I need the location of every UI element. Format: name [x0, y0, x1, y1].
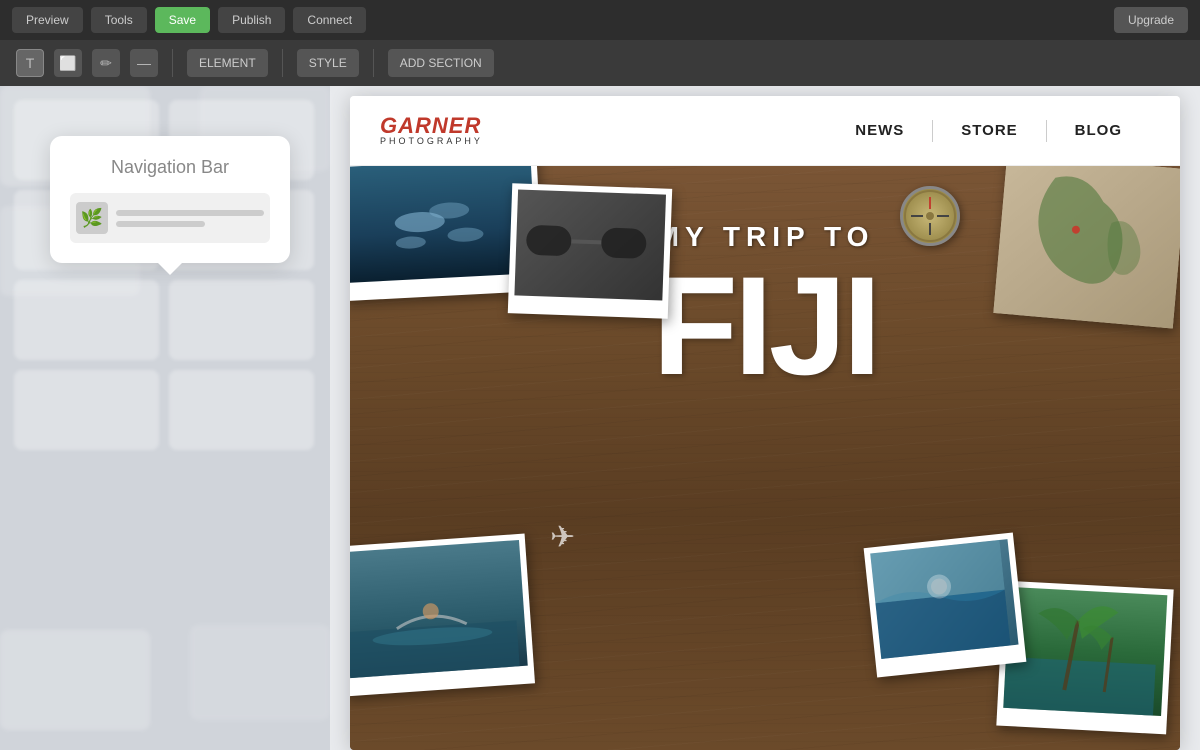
photo-tropical-inner [870, 539, 1018, 659]
preview-lines [116, 210, 264, 227]
nav-link-blog[interactable]: BLOG [1047, 122, 1150, 139]
nav-links: NEWS STORE BLOG [827, 120, 1150, 142]
hero-area: MY TRIP TO FIJI ✈ [350, 166, 1180, 750]
preview-button[interactable]: Preview [12, 7, 83, 33]
brand-subtitle: PHOTOGRAPHY [380, 137, 483, 146]
card-title: Navigation Bar [111, 156, 229, 179]
draw-tool-icon[interactable]: ✏ [92, 49, 120, 77]
left-panel: Navigation Bar 🌿 [0, 86, 330, 750]
hero-title: FIJI [652, 256, 877, 396]
tools-button[interactable]: Tools [91, 7, 147, 33]
shape-tool-icon[interactable]: ⬜ [54, 49, 82, 77]
text-tool-icon[interactable]: T [16, 49, 44, 77]
publish-button[interactable]: Publish [218, 7, 285, 33]
website-preview: GARNER PHOTOGRAPHY NEWS STORE BLOG MY TR… [350, 96, 1180, 750]
right-canvas: GARNER PHOTOGRAPHY NEWS STORE BLOG MY TR… [330, 86, 1200, 750]
element-tag[interactable]: ELEMENT [187, 49, 268, 77]
navigation-bar-card[interactable]: Navigation Bar 🌿 [50, 136, 290, 263]
style-tag[interactable]: STYLE [297, 49, 359, 77]
photo-tropical [864, 533, 1027, 678]
nav-link-news[interactable]: NEWS [827, 122, 932, 139]
main-area: Navigation Bar 🌿 GARNER PHOTOGRAPHY NEW [0, 86, 1200, 750]
nav-bar-preview: 🌿 [70, 193, 270, 243]
photo-map [993, 166, 1180, 329]
top-toolbar: Preview Tools Save Publish Connect Upgra… [0, 0, 1200, 40]
preview-line-long [116, 210, 264, 216]
toolbar-divider-2 [282, 49, 283, 77]
photo-map-inner [993, 166, 1180, 329]
upgrade-button[interactable]: Upgrade [1114, 7, 1188, 33]
website-nav: GARNER PHOTOGRAPHY NEWS STORE BLOG [350, 96, 1180, 166]
toolbar-divider [172, 49, 173, 77]
photo-sunglasses [508, 183, 672, 319]
toolbar-divider-3 [373, 49, 374, 77]
bg-card-3 [0, 630, 150, 730]
brand-logo: GARNER PHOTOGRAPHY [380, 115, 483, 146]
connect-button[interactable]: Connect [293, 7, 366, 33]
photo-kayaking [350, 534, 535, 697]
nav-link-store[interactable]: STORE [933, 122, 1045, 139]
save-button[interactable]: Save [155, 7, 210, 33]
photo-sunglasses-inner [514, 189, 666, 300]
line-tool-icon[interactable]: — [130, 49, 158, 77]
photo-kayaking-inner [350, 540, 528, 678]
bg-card-5 [190, 625, 330, 720]
compass-decoration [900, 186, 960, 246]
add-section-tag[interactable]: ADD SECTION [388, 49, 494, 77]
brand-name: GARNER [380, 115, 483, 137]
paper-plane-decoration: ✈ [550, 520, 590, 550]
photo-palms-inner [1003, 587, 1167, 716]
preview-line-short [116, 221, 205, 227]
secondary-toolbar: T ⬜ ✏ — ELEMENT STYLE ADD SECTION [0, 40, 1200, 86]
preview-logo-icon: 🌿 [76, 202, 108, 234]
